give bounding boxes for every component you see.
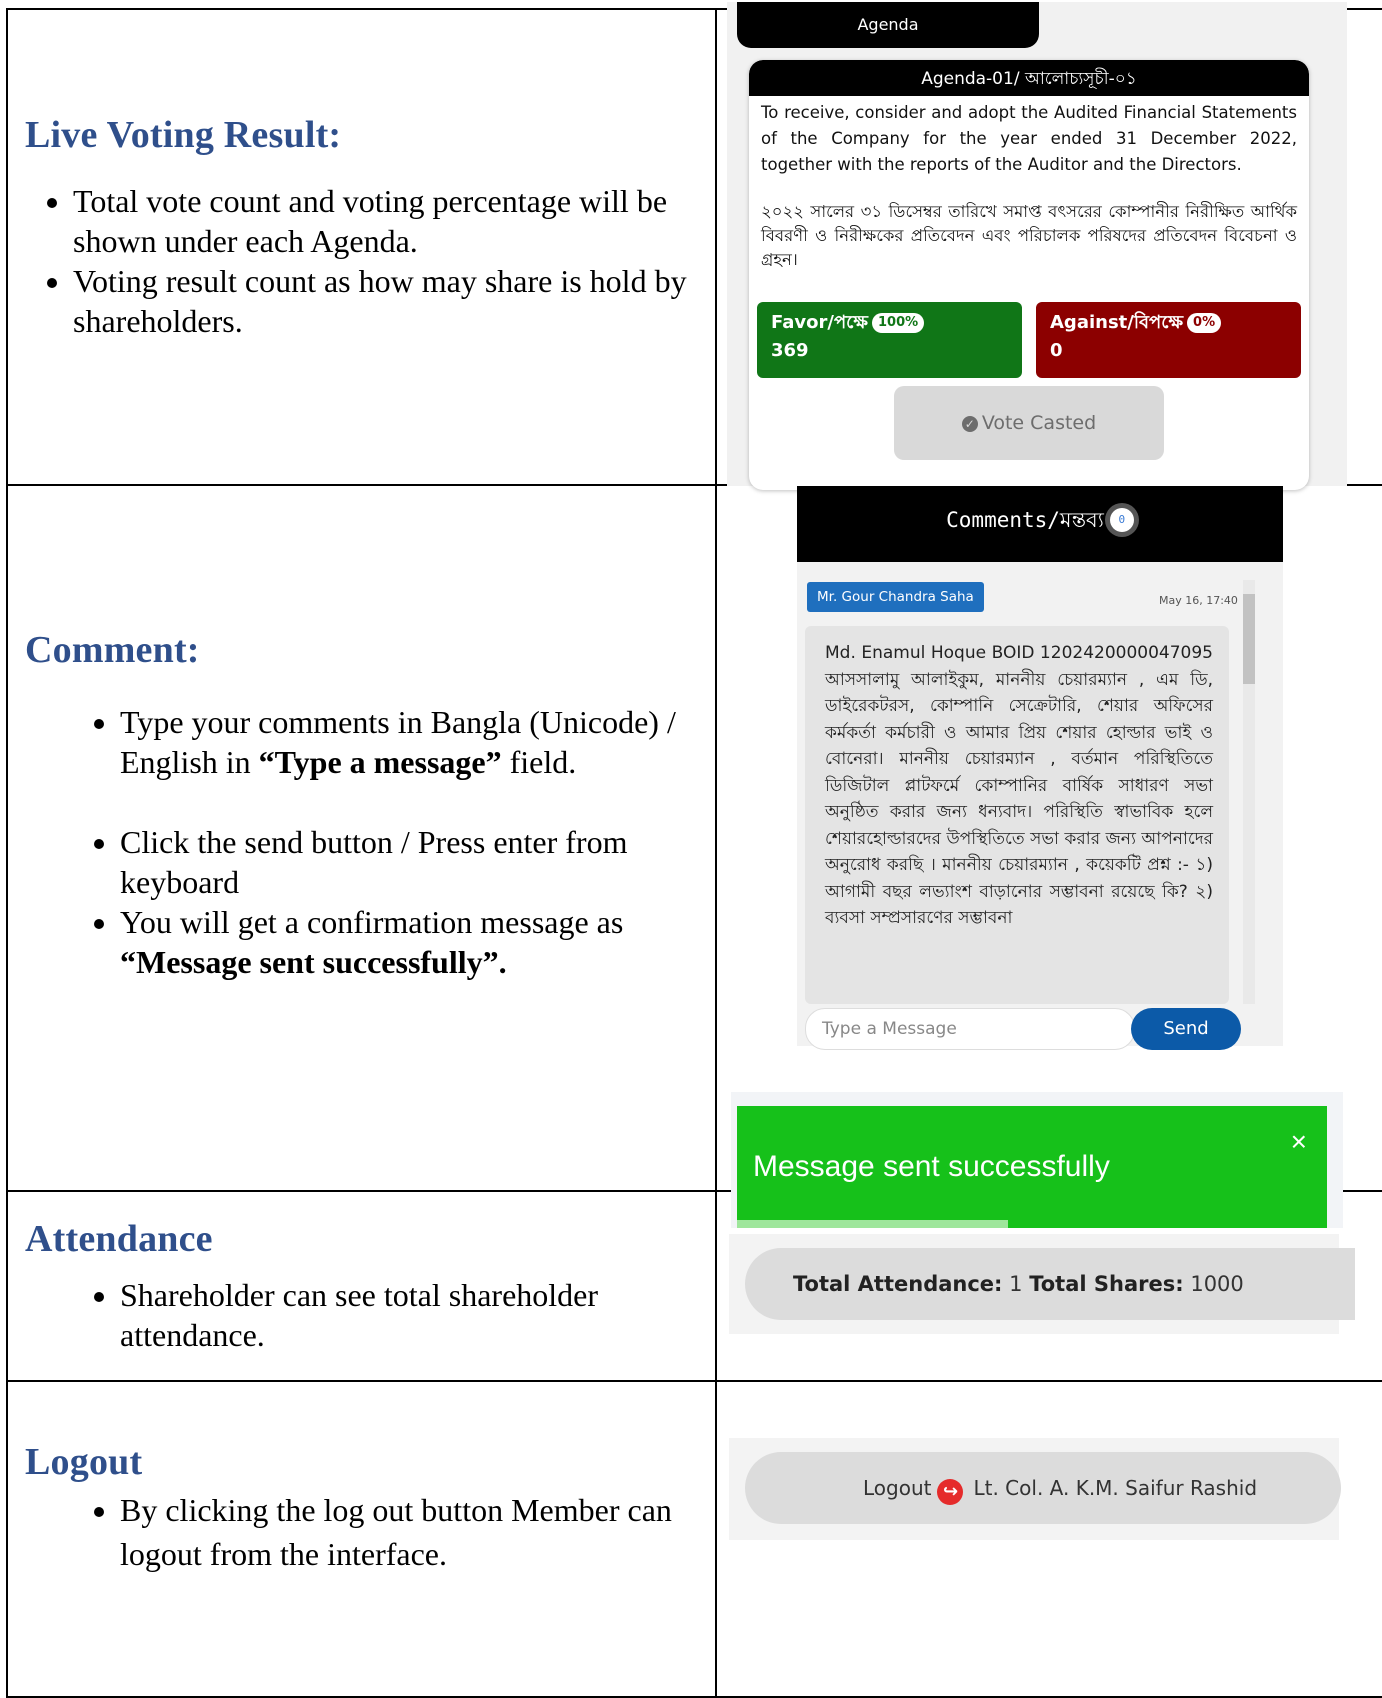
agenda-tab[interactable]: Agenda	[737, 2, 1039, 48]
comment-bullet-1-end: field.	[501, 744, 577, 780]
against-result-box: Against/বিপক্ষে 0% 0	[1036, 302, 1301, 378]
live-voting-heading: Live Voting Result:	[25, 114, 342, 156]
logout-button[interactable]: Logout	[863, 1476, 931, 1500]
instruction-table: Live Voting Result: Total vote count and…	[6, 2, 1382, 1698]
logout-panel-cell: Logout ↪ Lt. Col. A. K.M. Saifur Rashid	[715, 1380, 1382, 1698]
live-voting-bullets: Total vote count and voting percentage w…	[25, 181, 705, 341]
live-voting-bullet-1: Total vote count and voting percentage w…	[73, 181, 705, 261]
comments-header: Comments/মন্তব্য 0	[797, 486, 1283, 562]
comment-author-badge: Mr. Gour Chandra Saha	[807, 582, 984, 612]
attendance-value: 1	[1009, 1272, 1023, 1296]
agenda-text-bangla: ২০২২ সালের ৩১ ডিসেম্বর তারিখে সমাপ্ত বৎস…	[761, 202, 1297, 269]
attendance-panel-cell: Total Attendance: 1 Total Shares: 1000	[715, 1190, 1382, 1382]
logout-heading: Logout	[25, 1441, 143, 1483]
live-voting-text-cell: Live Voting Result: Total vote count and…	[6, 8, 717, 486]
attendance-bullets: Shareholder can see total shareholder at…	[25, 1275, 705, 1355]
vote-casted-button[interactable]: ✓ Vote Casted	[894, 386, 1164, 460]
logout-panel: Logout ↪ Lt. Col. A. K.M. Saifur Rashid	[729, 1438, 1341, 1540]
comment-bullet-1: Type your comments in Bangla (Unicode) /…	[120, 702, 705, 782]
logout-bullets: By clicking the log out button Member ca…	[25, 1488, 705, 1576]
comments-panel: Comments/মন্তব্য 0 Mr. Gour Chandra Saha …	[717, 486, 1382, 1228]
comments-area: Mr. Gour Chandra Saha May 16, 17:40 Md. …	[797, 562, 1283, 1050]
attendance-summary: Total Attendance: 1 Total Shares: 1000	[745, 1248, 1355, 1320]
agenda-panel-cell: Agenda Agenda-01/ আলোচ্যসূচী-০১ To recei…	[715, 2, 1382, 490]
favor-result-box: Favor/পক্ষে 100% 369	[757, 302, 1022, 378]
send-button[interactable]: Send	[1131, 1008, 1241, 1050]
scrollbar-thumb[interactable]	[1243, 594, 1255, 684]
row-live-voting: Live Voting Result: Total vote count and…	[6, 2, 1382, 490]
comment-timestamp: May 16, 17:40	[1159, 594, 1238, 607]
agenda-panel: Agenda Agenda-01/ আলোচ্যসূচী-০১ To recei…	[727, 2, 1347, 490]
agenda-card-title: Agenda-01/ আলোচ্যসূচী-০১	[749, 60, 1309, 96]
attendance-bullet: Shareholder can see total shareholder at…	[120, 1275, 705, 1355]
agenda-description: To receive, consider and adopt the Audit…	[749, 96, 1309, 272]
comment-bullet-3: You will get a confirmation message as “…	[120, 902, 705, 982]
against-label: Against/বিপক্ষে	[1050, 312, 1184, 333]
vote-result-row: Favor/পক্ষে 100% 369 Against/বিপক্ষে 0% 0	[757, 302, 1301, 378]
shares-value: 1000	[1190, 1272, 1244, 1296]
agenda-text-english: To receive, consider and adopt the Audit…	[761, 103, 1297, 174]
comment-bullet-2: Click the send button / Press enter from…	[120, 822, 705, 902]
row-comment: Comment: Type your comments in Bangla (U…	[6, 484, 1382, 1228]
row-attendance: Attendance Shareholder can see total sha…	[6, 1190, 1382, 1382]
favor-count: 369	[771, 340, 809, 361]
comment-bullet-3-text: You will get a confirmation message as	[120, 904, 624, 940]
against-count: 0	[1050, 340, 1063, 361]
comments-count-badge: 0	[1109, 508, 1134, 532]
logout-icon[interactable]: ↪	[937, 1479, 964, 1505]
live-voting-bullet-2: Voting result count as how may share is …	[73, 261, 705, 341]
attendance-panel: Total Attendance: 1 Total Shares: 1000	[729, 1234, 1355, 1334]
agenda-card: Agenda-01/ আলোচ্যসূচী-০১ To receive, con…	[749, 60, 1309, 490]
comment-heading: Comment:	[25, 629, 200, 671]
check-circle-icon: ✓	[961, 416, 978, 432]
comments-scrollbar[interactable]	[1243, 580, 1255, 1004]
against-percent-badge: 0%	[1187, 313, 1222, 333]
logout-text-cell: Logout By clicking the log out button Me…	[6, 1380, 717, 1698]
attendance-label: Total Attendance:	[793, 1272, 1003, 1296]
comment-bullet-3-message: “Message sent successfully”.	[120, 944, 507, 980]
toast-message: Message sent successfully	[753, 1150, 1110, 1183]
comments-title: Comments/মন্তব্য	[946, 508, 1104, 532]
comment-text-cell: Comment: Type your comments in Bangla (U…	[6, 484, 717, 1192]
message-input[interactable]: Type a Message	[805, 1008, 1135, 1050]
attendance-text-cell: Attendance Shareholder can see total sha…	[6, 1190, 717, 1382]
close-icon[interactable]: ×	[1291, 1126, 1307, 1158]
attendance-heading: Attendance	[25, 1218, 213, 1260]
logout-bar: Logout ↪ Lt. Col. A. K.M. Saifur Rashid	[745, 1452, 1341, 1524]
comment-bullet-1-field: “Type a message”	[258, 744, 502, 780]
logout-bullet: By clicking the log out button Member ca…	[120, 1488, 705, 1576]
user-name: Lt. Col. A. K.M. Saifur Rashid	[973, 1476, 1258, 1500]
row-logout: Logout By clicking the log out button Me…	[6, 1380, 1382, 1698]
comment-bullets: Type your comments in Bangla (Unicode) /…	[25, 702, 705, 982]
vote-casted-label: Vote Casted	[981, 412, 1097, 434]
favor-label: Favor/পক্ষে	[771, 312, 868, 333]
comments-panel-cell: Comments/মন্তব্য 0 Mr. Gour Chandra Saha …	[715, 484, 1382, 1228]
comment-message: Md. Enamul Hoque BOID 1202420000047095 আ…	[805, 626, 1229, 1004]
shares-label: Total Shares:	[1029, 1272, 1184, 1296]
favor-percent-badge: 100%	[871, 313, 925, 333]
